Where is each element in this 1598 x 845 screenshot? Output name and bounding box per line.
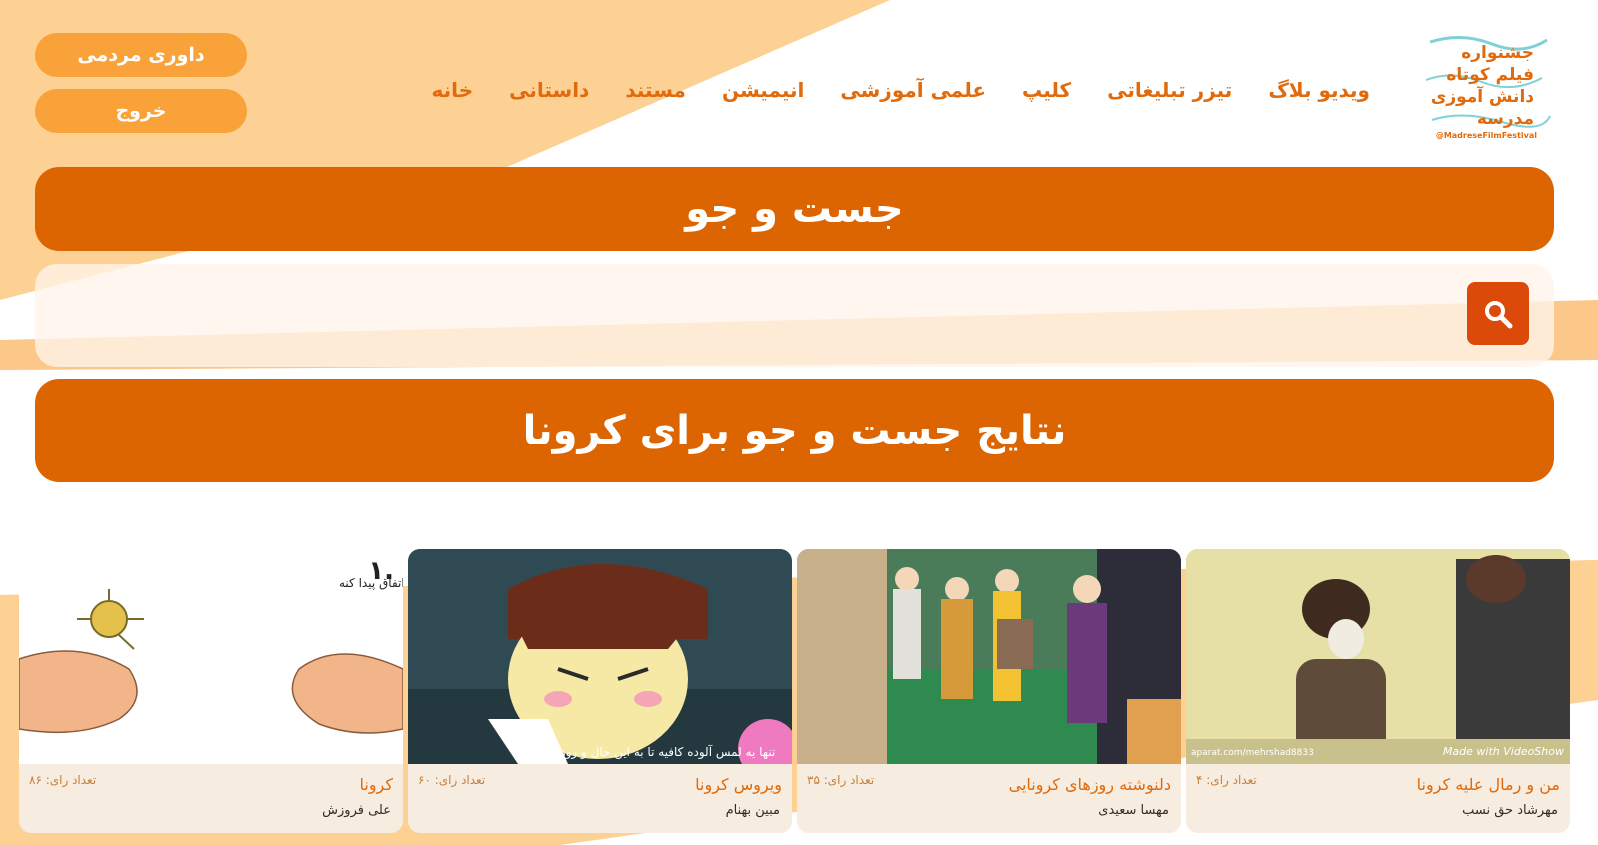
logo-graphic: جشنواره فیلم کوتاه دانش آموزی مدرسه @Mad…: [1425, 35, 1551, 140]
card-votes: تعداد رای: ۶۰: [418, 773, 486, 787]
thumbnail-image: [797, 549, 1181, 764]
video-thumbnail[interactable]: ۱. دستت برید تا اتفاق پیدا کنه: [19, 549, 403, 764]
result-card[interactable]: aparat.com/mehrshad8833 Made with VideoS…: [1186, 549, 1570, 833]
thumbnail-image: تنها یه لمس آلوده کافیه تا به این حال و …: [408, 549, 792, 764]
card-author: علی فروزش: [322, 803, 391, 818]
caption-text: دستت برید تا اتفاق پیدا کنه: [339, 576, 403, 591]
result-card[interactable]: دلنوشته روزهای کرونایی تعداد رای: ۳۵ مهس…: [797, 549, 1181, 833]
nav-item-fiction[interactable]: داستانی: [509, 78, 589, 108]
logout-button[interactable]: خروج: [35, 89, 247, 133]
card-author: مهسا سعیدی: [1098, 803, 1169, 818]
main-nav: خانه داستانی مستند انیمیشن علمی آموزشی ک…: [432, 78, 1370, 108]
public-vote-button[interactable]: داوری مردمی: [35, 33, 247, 77]
logo-line-4: مدرسه: [1477, 109, 1534, 129]
card-votes: تعداد رای: ۳۵: [807, 773, 875, 787]
festival-logo[interactable]: جشنواره فیلم کوتاه دانش آموزی مدرسه @Mad…: [1422, 32, 1552, 144]
card-author: مبین بهنام: [725, 803, 780, 818]
card-title[interactable]: من و رمال علیه کرونا: [1417, 775, 1560, 794]
video-subtitle: تنها یه لمس آلوده کافیه تا به این حال و …: [521, 744, 776, 760]
video-thumbnail[interactable]: aparat.com/mehrshad8833 Made with VideoS…: [1186, 549, 1570, 764]
results-grid: aparat.com/mehrshad8833 Made with VideoS…: [19, 549, 1579, 834]
nav-item-educational[interactable]: علمی آموزشی: [840, 78, 986, 108]
logo-handle: @MadreseFilmFestival: [1436, 131, 1537, 140]
watermark-right: Made with VideoShow: [1443, 745, 1564, 758]
results-heading: نتایج جست و جو برای کرونا: [35, 379, 1554, 482]
watermark-left: aparat.com/mehrshad8833: [1191, 748, 1314, 758]
logo-line-3: دانش آموزی: [1431, 85, 1535, 107]
nav-item-home[interactable]: خانه: [432, 78, 474, 108]
card-author: مهرشاد حق نسب: [1462, 803, 1558, 818]
search-button[interactable]: [1467, 282, 1529, 345]
nav-item-vlog[interactable]: ویدیو بلاگ: [1268, 78, 1370, 108]
nav-item-animation[interactable]: انیمیشن: [722, 78, 804, 108]
nav-item-clip[interactable]: کلیپ: [1022, 78, 1071, 108]
search-heading: جست و جو: [35, 167, 1554, 251]
nav-item-teaser[interactable]: تیزر تبلیغاتی: [1107, 78, 1232, 108]
result-card[interactable]: تنها یه لمس آلوده کافیه تا به این حال و …: [408, 549, 792, 833]
card-votes: تعداد رای: ۴: [1196, 773, 1257, 787]
search-bar: [35, 264, 1554, 367]
card-votes: تعداد رای: ۸۶: [29, 773, 97, 787]
thumbnail-image: ۱. دستت برید تا اتفاق پیدا کنه: [19, 549, 403, 764]
nav-item-documentary[interactable]: مستند: [625, 78, 686, 108]
card-title[interactable]: ویروس کرونا: [695, 775, 782, 794]
video-thumbnail[interactable]: [797, 549, 1181, 764]
result-card[interactable]: ۱. دستت برید تا اتفاق پیدا کنه کرونا تعد…: [19, 549, 403, 833]
card-title[interactable]: کرونا: [360, 775, 394, 794]
logo-line-1: جشنواره: [1461, 43, 1534, 63]
logo-line-2: فیلم کوتاه: [1446, 65, 1534, 85]
search-icon: [1485, 300, 1513, 328]
card-title[interactable]: دلنوشته روزهای کرونایی: [1009, 775, 1171, 794]
video-thumbnail[interactable]: تنها یه لمس آلوده کافیه تا به این حال و …: [408, 549, 792, 764]
thumbnail-image: aparat.com/mehrshad8833 Made with VideoS…: [1186, 549, 1570, 764]
search-input[interactable]: [55, 284, 1455, 347]
